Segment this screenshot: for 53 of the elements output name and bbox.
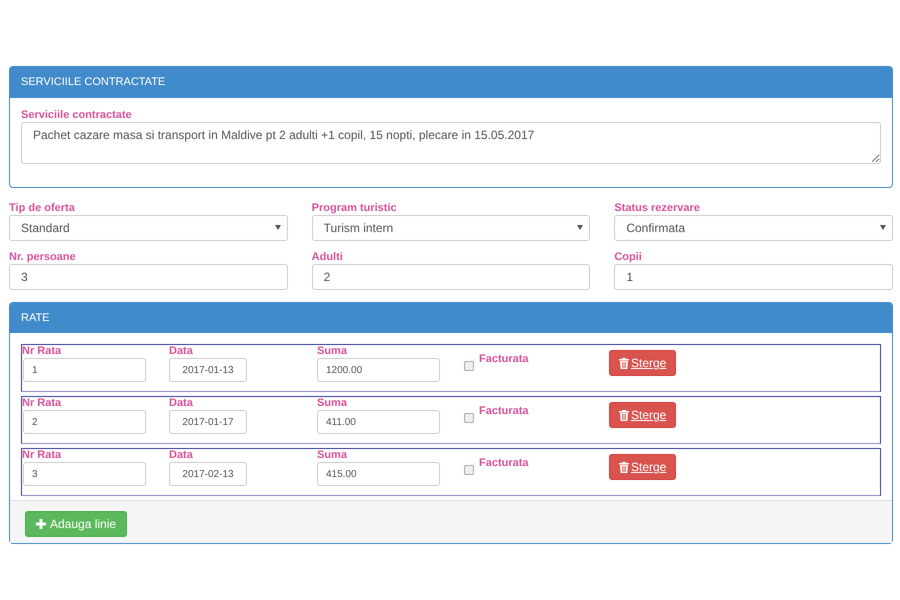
field-label: Data xyxy=(169,397,194,410)
field-label: Program turistic xyxy=(312,202,398,214)
field-label: Nr Rata xyxy=(22,397,62,410)
field-label: Data xyxy=(169,449,194,462)
caret-icon xyxy=(577,225,584,230)
services-textarea[interactable]: Pachet cazare masa si transport in Maldive pt 2 adulti +1 copil, 15 nopti, plecare in 15.05.2017 xyxy=(21,122,881,164)
field-label: Nr Rata xyxy=(22,345,62,358)
checkbox-label: Facturata xyxy=(479,405,530,418)
field-label: Nr. persoane xyxy=(9,250,77,264)
checkbox[interactable] xyxy=(464,465,474,475)
select-field[interactable]: Turism intern xyxy=(312,214,590,240)
checkbox-label: Facturata xyxy=(479,353,530,366)
select-field[interactable]: Standard xyxy=(9,214,288,240)
input-field[interactable]: 1200.00 xyxy=(317,358,440,382)
field-label: Copii xyxy=(614,250,643,264)
caret-icon xyxy=(274,225,281,230)
field-label: Status rezervare xyxy=(614,202,701,214)
input-field[interactable]: 2017-02-13 xyxy=(169,462,247,486)
delete-button[interactable]: Sterge xyxy=(609,402,676,428)
select-field[interactable]: Confirmata xyxy=(614,214,893,240)
caret-icon xyxy=(880,225,886,230)
select-value: Turism intern xyxy=(324,220,394,236)
checkbox[interactable] xyxy=(464,361,474,371)
field-label: Serviciile contractate xyxy=(21,108,133,122)
select-value: Standard xyxy=(21,220,70,236)
input-field[interactable]: 3 xyxy=(9,264,288,290)
panel-title: RATE xyxy=(10,302,892,333)
field-label: Data xyxy=(169,345,194,358)
trash-icon xyxy=(619,410,629,420)
trash-icon xyxy=(619,462,629,472)
input-field[interactable]: 1 xyxy=(23,358,146,382)
delete-button[interactable]: Sterge xyxy=(609,454,676,480)
field-label: Nr Rata xyxy=(22,449,62,462)
field-label: Adulti xyxy=(312,250,344,264)
input-field[interactable]: 411.00 xyxy=(317,410,440,434)
checkbox-label: Facturata xyxy=(479,457,530,470)
field-label: Suma xyxy=(317,345,348,358)
field-label: Tip de oferta xyxy=(9,202,76,214)
input-field[interactable]: 3 xyxy=(23,462,146,486)
input-field[interactable]: 1 xyxy=(614,264,893,290)
input-field[interactable]: 2017-01-13 xyxy=(169,358,247,382)
plus-icon xyxy=(36,519,46,529)
field-label: Suma xyxy=(317,449,348,462)
panel-title: SERVICIILE CONTRACTATE xyxy=(10,67,892,98)
input-field[interactable]: 2 xyxy=(23,410,146,434)
input-field[interactable]: 415.00 xyxy=(317,462,440,486)
delete-button[interactable]: Sterge xyxy=(609,350,676,376)
checkbox[interactable] xyxy=(464,413,474,423)
field-label: Suma xyxy=(317,397,348,410)
trash-icon xyxy=(619,358,629,368)
select-value: Confirmata xyxy=(626,220,686,236)
input-field[interactable]: 2 xyxy=(312,264,590,290)
input-field[interactable]: 2017-01-17 xyxy=(169,410,247,434)
